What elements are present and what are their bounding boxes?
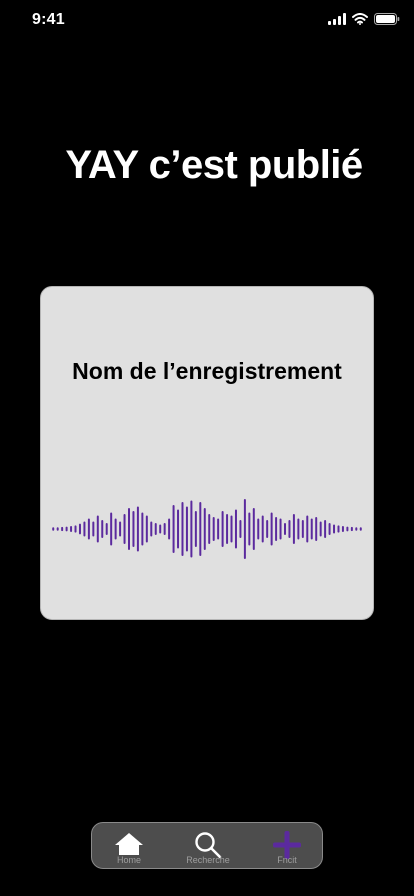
waveform-bar bbox=[221, 511, 224, 547]
waveform-bar bbox=[83, 521, 86, 537]
signal-icon bbox=[328, 13, 346, 25]
waveform-bar bbox=[181, 502, 184, 556]
waveform-bar bbox=[288, 520, 291, 538]
waveform-bar bbox=[141, 512, 144, 546]
waveform-bar bbox=[136, 506, 139, 552]
waveform-bar bbox=[234, 509, 237, 549]
waveform-bar bbox=[87, 518, 90, 540]
waveform-bar bbox=[114, 518, 117, 540]
waveform-bar bbox=[319, 521, 322, 537]
waveform-bar bbox=[341, 526, 344, 532]
page-title: YAY c’est publié bbox=[65, 143, 363, 187]
recording-card[interactable]: Nom de l’enregistrement bbox=[40, 286, 374, 620]
waveform-bar bbox=[208, 514, 211, 544]
waveform-bar bbox=[275, 517, 278, 541]
waveform-bar bbox=[212, 517, 215, 541]
waveform-bar bbox=[355, 527, 358, 531]
waveform-bar bbox=[217, 518, 220, 540]
tab-bar: Home Recherche Fncit bbox=[91, 822, 323, 869]
waveform-bar bbox=[315, 517, 318, 541]
waveform-bar bbox=[101, 520, 104, 538]
waveform-bar bbox=[199, 502, 202, 556]
waveform-bar bbox=[230, 515, 233, 543]
waveform-bar bbox=[52, 527, 55, 531]
waveform-bar bbox=[243, 499, 246, 559]
waveform-bar bbox=[132, 511, 135, 547]
waveform-bar bbox=[168, 518, 171, 540]
waveform-bar bbox=[65, 526, 68, 532]
waveform-bar bbox=[359, 527, 362, 531]
waveform-bar bbox=[324, 520, 327, 538]
waveform-bar bbox=[226, 514, 229, 544]
waveform-bar bbox=[257, 518, 260, 540]
waveform-bar bbox=[292, 514, 295, 544]
waveform-bar bbox=[194, 511, 197, 547]
home-icon bbox=[115, 833, 143, 855]
waveform-bar bbox=[92, 521, 95, 537]
waveform-bar bbox=[105, 523, 108, 535]
status-bar: 9:41 bbox=[0, 0, 414, 44]
waveform-bar bbox=[177, 509, 180, 549]
waveform-bar bbox=[119, 521, 122, 537]
waveform-bar bbox=[150, 521, 153, 537]
waveform-bar bbox=[270, 512, 273, 546]
waveform-bar bbox=[310, 518, 313, 540]
waveform-bar bbox=[306, 515, 309, 543]
waveform-bar bbox=[284, 523, 286, 535]
waveform-bar bbox=[123, 514, 126, 544]
status-time: 9:41 bbox=[32, 11, 65, 28]
waveform-bar bbox=[145, 515, 148, 543]
waveform-bar bbox=[350, 526, 353, 532]
tab-search-label: Recherche bbox=[186, 855, 230, 865]
waveform-bar bbox=[172, 505, 175, 553]
battery-icon bbox=[374, 13, 400, 25]
waveform-bar bbox=[328, 523, 331, 535]
waveform-bar bbox=[78, 523, 81, 535]
waveform-bar bbox=[301, 520, 304, 538]
waveform-bar bbox=[56, 527, 59, 531]
tab-home[interactable]: Home bbox=[94, 823, 164, 869]
tab-home-label: Home bbox=[116, 855, 141, 865]
waveform-bar bbox=[110, 512, 113, 546]
waveform-bar bbox=[279, 518, 282, 540]
waveform-bar bbox=[154, 523, 157, 535]
waveform-bar bbox=[248, 512, 251, 546]
waveform-bar bbox=[96, 515, 99, 543]
waveform-bar bbox=[337, 525, 340, 533]
waveform-bar bbox=[74, 525, 77, 533]
status-icons bbox=[328, 13, 400, 25]
waveform-bar bbox=[190, 500, 193, 558]
waveform-bar bbox=[70, 526, 73, 532]
waveform-bar bbox=[252, 508, 255, 550]
waveform-bar bbox=[185, 506, 188, 552]
waveform-bar bbox=[297, 518, 300, 540]
waveform-bar bbox=[128, 508, 130, 550]
wifi-icon bbox=[352, 13, 368, 25]
waveform-bar bbox=[61, 526, 64, 532]
tab-search[interactable]: Recherche bbox=[173, 823, 243, 869]
waveform-bar bbox=[333, 524, 336, 534]
waveform-bar bbox=[239, 520, 242, 538]
waveform-bar bbox=[163, 523, 166, 535]
waveform-bar bbox=[159, 524, 162, 534]
tab-create[interactable]: Fncit bbox=[252, 823, 322, 869]
tab-create-label: Fncit bbox=[277, 855, 297, 865]
recording-title: Nom de l’enregistrement bbox=[72, 358, 342, 384]
waveform-bar bbox=[346, 526, 349, 532]
audio-waveform bbox=[52, 499, 362, 559]
waveform-bar bbox=[203, 508, 206, 550]
waveform-bar bbox=[266, 520, 269, 538]
waveform-bar bbox=[261, 515, 264, 543]
